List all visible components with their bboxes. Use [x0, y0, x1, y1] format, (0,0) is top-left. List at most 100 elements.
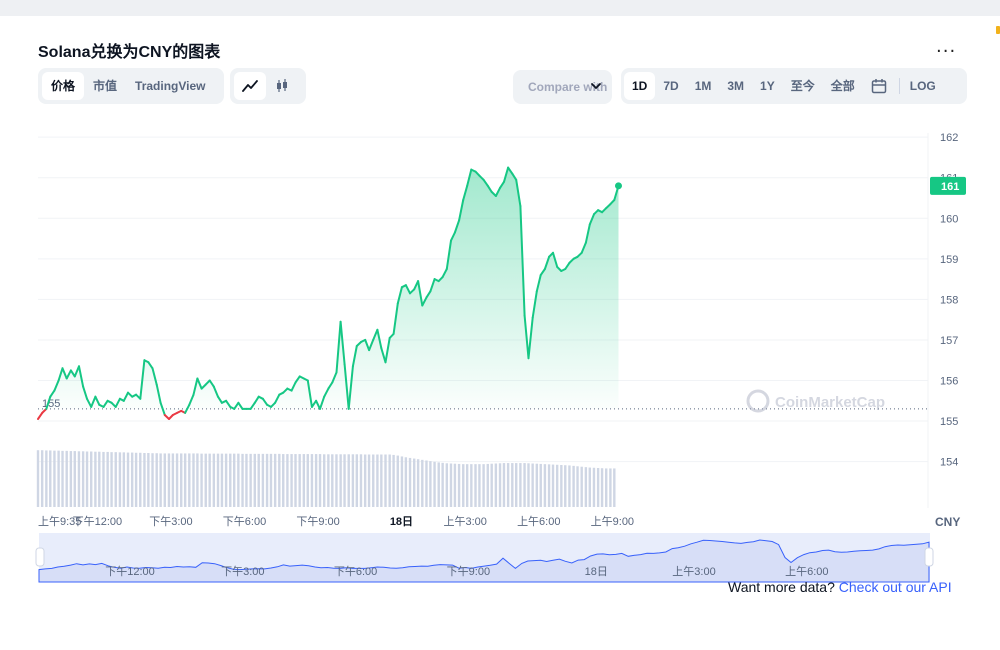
volume-bar: [568, 465, 571, 507]
volume-bar: [94, 451, 97, 507]
volume-bar: [241, 453, 244, 507]
volume-bar: [486, 463, 489, 507]
volume-bar: [278, 453, 281, 507]
volume-bar: [40, 450, 44, 507]
volume-bar: [588, 467, 591, 507]
volume-bar: [596, 468, 600, 507]
volume-bar: [592, 467, 596, 507]
volume-bar: [535, 463, 539, 507]
volume-bar: [531, 463, 534, 507]
volume-bar: [306, 454, 309, 507]
volume-bar: [453, 463, 457, 507]
volume-bar: [380, 454, 383, 507]
volume-bar: [441, 462, 444, 507]
volume-bar: [220, 453, 224, 507]
y-tick-label: 158: [940, 294, 958, 306]
volume-bar: [180, 453, 183, 507]
volume-bar: [53, 450, 56, 507]
volume-bar: [151, 453, 154, 507]
volume-bar: [143, 453, 146, 507]
volume-bar: [204, 453, 207, 507]
volume-bar: [433, 461, 436, 507]
volume-bar: [359, 454, 363, 507]
volume-bar: [425, 460, 428, 507]
current-price-value: 161: [941, 181, 959, 193]
volume-bar: [171, 453, 175, 507]
volume-bar: [77, 451, 81, 507]
api-promo-text: Want more data?: [728, 579, 835, 595]
volume-bar: [318, 454, 322, 507]
currency-label: CNY: [935, 515, 960, 529]
volume-bar: [98, 451, 101, 507]
volume-bar: [302, 454, 306, 507]
volume-bar: [106, 451, 109, 507]
volume-bar: [253, 453, 256, 507]
navigator-tick-label: 上午3:00: [672, 565, 715, 578]
volume-bar: [408, 457, 412, 507]
volume-bar: [404, 457, 408, 507]
volume-bar: [564, 465, 567, 507]
price-chart[interactable]: 155 162161160159158157156155154 161 CNY …: [0, 0, 1000, 650]
volume-bar: [73, 451, 76, 507]
volume-bar: [560, 465, 563, 507]
volume-bar: [502, 463, 506, 507]
x-tick-label: 下午6:00: [223, 515, 266, 528]
volume-bar: [212, 453, 216, 507]
volume-bar: [449, 463, 453, 507]
y-tick-label: 154: [940, 457, 958, 469]
volume-bar: [224, 453, 228, 507]
navigator-tick-label: 下午3:00: [221, 565, 264, 578]
volume-bar: [367, 454, 371, 507]
volume-bar: [216, 453, 220, 507]
volume-bar: [245, 453, 248, 507]
volume-bar: [36, 450, 40, 507]
x-tick-label: 上午3:00: [443, 515, 486, 528]
volume-bar: [229, 453, 232, 507]
volume-bar: [396, 455, 399, 507]
y-tick-label: 157: [940, 335, 958, 347]
volume-bar: [249, 453, 252, 507]
volume-bar: [412, 458, 416, 507]
volume-bar: [457, 463, 461, 507]
volume-bar: [61, 450, 64, 507]
volume-bar: [81, 451, 85, 507]
volume-bar: [376, 454, 379, 507]
volume-bar: [130, 452, 134, 507]
volume-bar: [232, 453, 236, 507]
volume-bar: [290, 454, 293, 507]
volume-bar: [155, 453, 158, 507]
volume-bar: [175, 453, 179, 507]
navigator-tick-label: 下午12:00: [105, 565, 155, 578]
reference-price-label: 155: [42, 398, 60, 410]
volume-bar: [200, 453, 203, 507]
range-navigator[interactable]: 下午12:00 下午3:00 下午6:00 下午9:00 18日 上午3:00 上午6:00: [35, 533, 934, 583]
volume-bar: [584, 467, 588, 507]
volume-bar: [494, 463, 498, 507]
volume-bar: [600, 468, 604, 507]
y-tick-label: 156: [940, 376, 958, 388]
navigator-right-handle[interactable]: [924, 547, 934, 567]
volume-bar: [273, 453, 277, 507]
volume-bar: [519, 463, 522, 507]
navigator-tick-label: 下午6:00: [334, 565, 377, 578]
volume-bar: [470, 464, 473, 507]
volume-bar: [269, 453, 273, 507]
volume-bar: [490, 463, 493, 507]
navigator-left-handle[interactable]: [35, 547, 45, 567]
api-link[interactable]: Check out our API: [839, 579, 952, 595]
x-tick-label: 上午9:00: [591, 515, 634, 528]
volume-bar: [506, 463, 510, 507]
volume-bar: [474, 464, 477, 507]
x-tick-label: 下午9:00: [296, 515, 339, 528]
api-promo: Want more data? Check out our API: [728, 579, 952, 595]
volume-bar: [478, 464, 481, 507]
y-tick-label: 160: [940, 213, 958, 225]
volume-bar: [57, 450, 60, 507]
volume-bar: [347, 454, 350, 507]
navigator-tick-label: 上午6:00: [785, 565, 828, 578]
volume-bar: [147, 453, 150, 507]
x-tick-label: 下午12:00: [73, 515, 123, 528]
coinmarketcap-logo: [746, 389, 770, 413]
volume-bar: [69, 451, 73, 507]
x-tick-label: 下午3:00: [149, 515, 192, 528]
